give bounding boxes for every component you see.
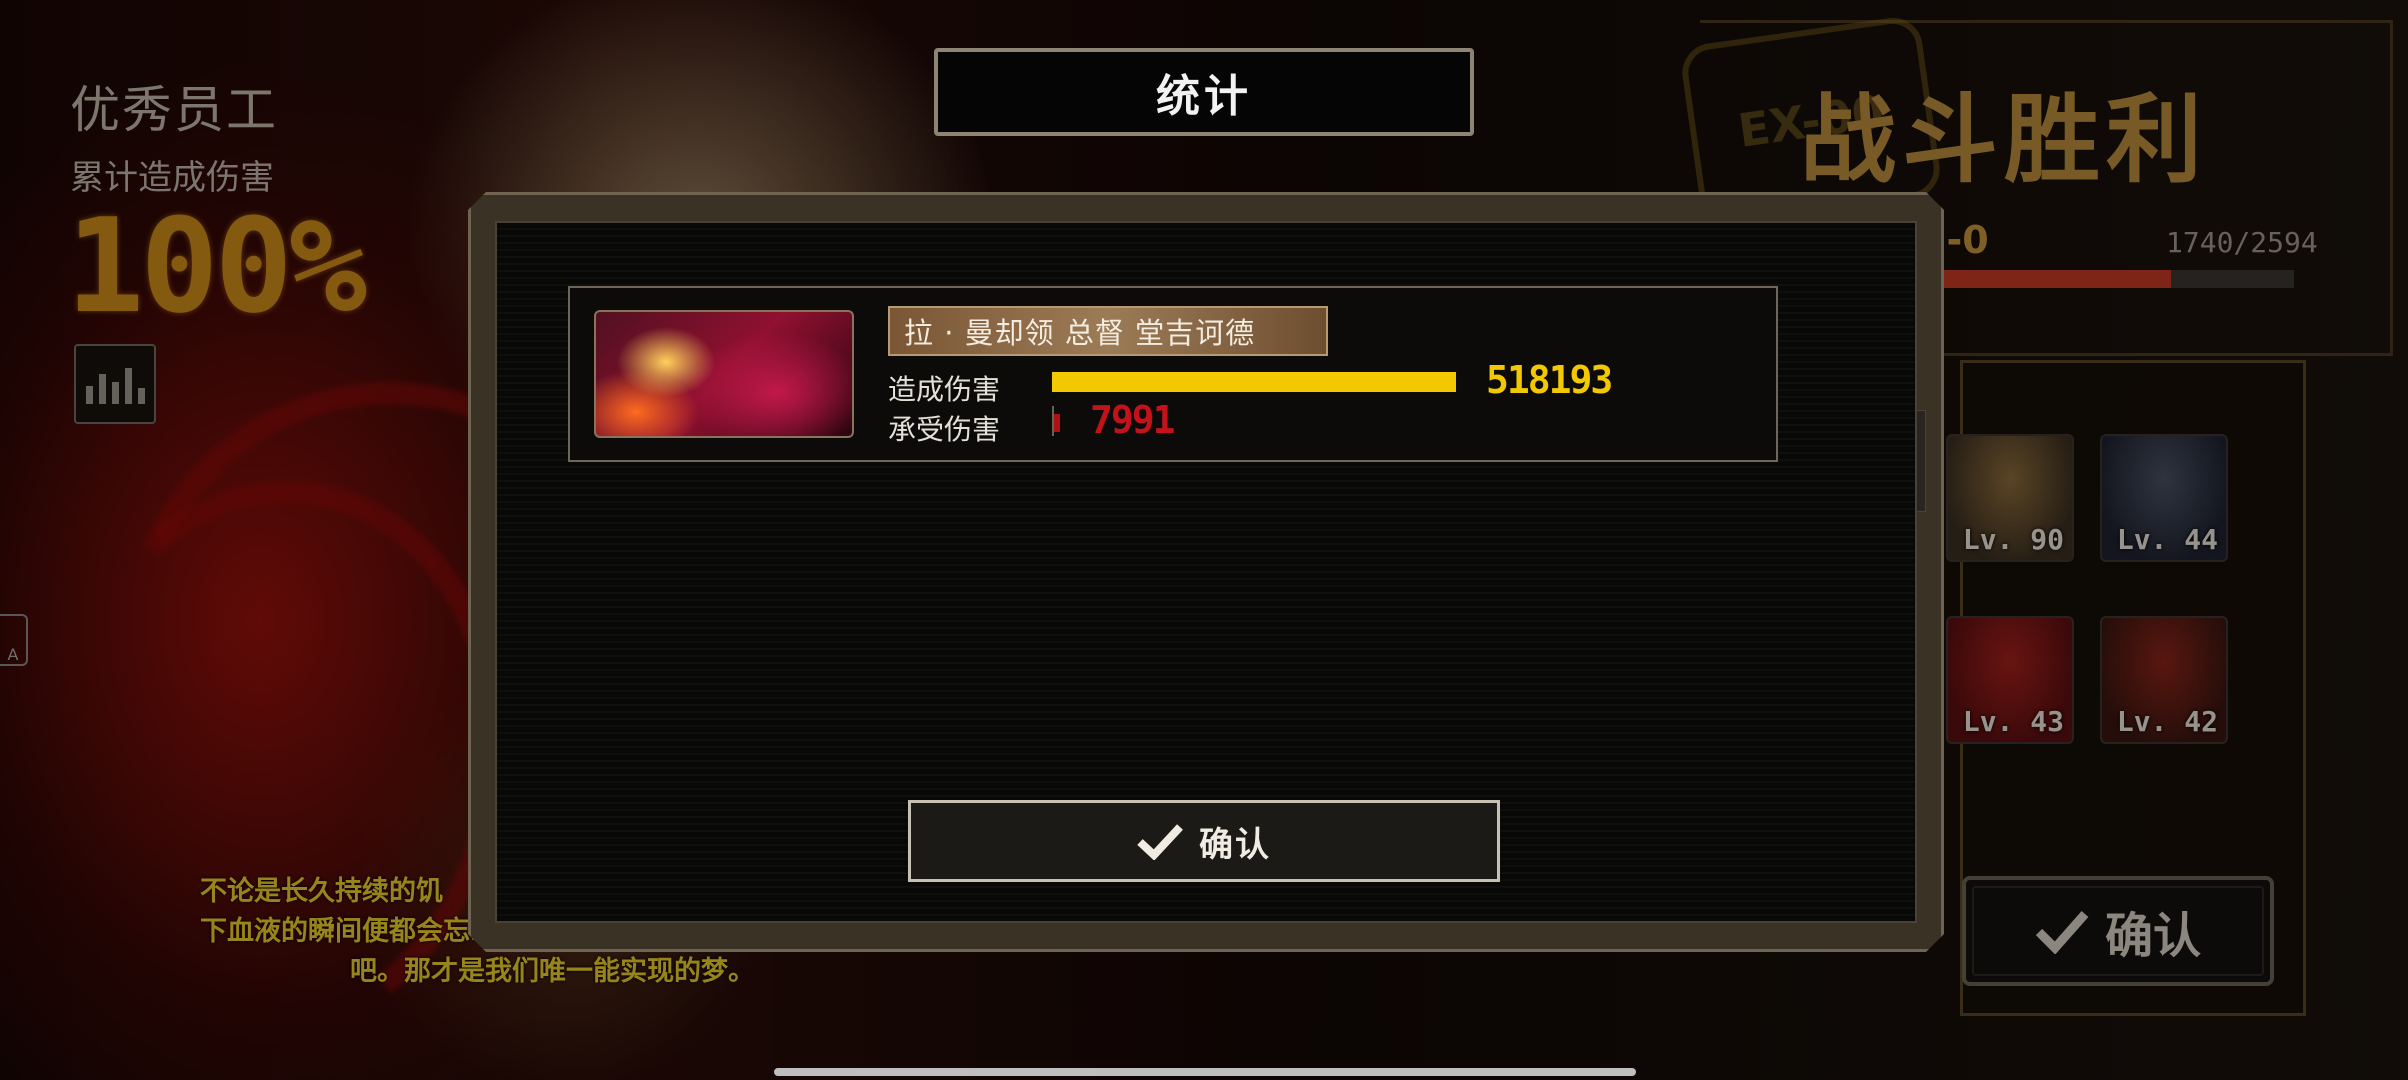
check-icon xyxy=(1137,824,1183,860)
damage-taken-bar xyxy=(1054,414,1061,432)
character-stat-row: 拉 · 曼却领 总督 堂吉诃德 造成伤害 518193 承受伤害 7991 xyxy=(568,286,1778,462)
dialog-title: 统计 xyxy=(934,48,1474,136)
character-portrait xyxy=(594,310,854,438)
damage-dealt-value: 518193 xyxy=(1486,358,1613,402)
damage-dealt-label: 造成伤害 xyxy=(888,373,1001,406)
character-name: 拉 · 曼却领 总督 堂吉诃德 xyxy=(888,306,1328,356)
damage-dealt-bar xyxy=(1052,372,1456,392)
dialog-scrollbar[interactable] xyxy=(1916,410,1926,512)
home-indicator[interactable] xyxy=(774,1068,1636,1076)
dialog-confirm-label: 确认 xyxy=(1199,824,1271,865)
dialog-confirm-button[interactable]: 确认 xyxy=(908,800,1500,882)
damage-taken-label: 承受伤害 xyxy=(888,413,1001,446)
damage-taken-value: 7991 xyxy=(1090,398,1176,442)
